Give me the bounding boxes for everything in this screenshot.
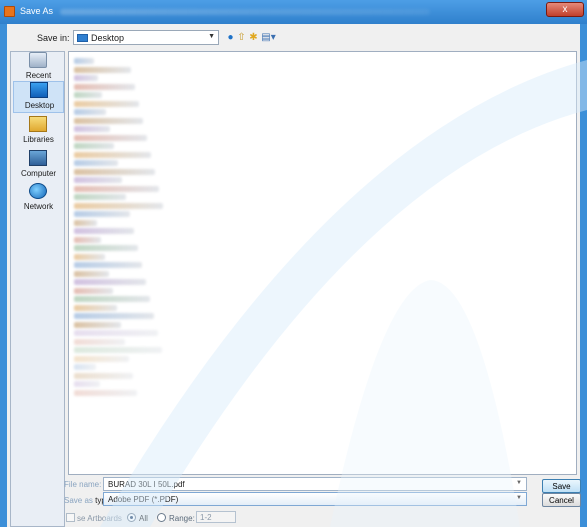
window-title: Save As (20, 6, 54, 16)
blurred-file-entry (74, 100, 139, 107)
use-artboards-label: se Artboards (77, 514, 122, 523)
blurred-file-entry (74, 279, 146, 285)
blurred-file-entry (74, 381, 100, 387)
blurred-file-entry (74, 228, 134, 234)
app-icon (4, 6, 15, 17)
place-computer[interactable]: Computer (13, 150, 64, 182)
blurred-file-entries (69, 52, 576, 474)
blurred-file-entry (74, 372, 133, 379)
place-label: Network (23, 202, 54, 211)
save-as-type-select[interactable]: Adobe PDF (*.PDF) ▼ (103, 492, 527, 506)
file-list[interactable] (68, 51, 577, 475)
blurred-file-entry (74, 126, 110, 132)
save-as-dialog: Save As x Save in: Desktop ▼ ● ⇧ ✱ ▤▾ Re… (0, 0, 587, 527)
place-libraries[interactable]: Libraries (13, 116, 64, 148)
blurred-file-entry (74, 168, 155, 175)
blurred-file-entry (74, 66, 131, 73)
title-bar[interactable]: Save As x (0, 0, 587, 24)
save-button[interactable]: Save (542, 479, 581, 493)
blurred-file-entry (74, 236, 101, 243)
chevron-down-icon[interactable]: ▼ (208, 33, 215, 40)
blurred-file-entry (74, 347, 162, 353)
computer-icon (29, 150, 47, 166)
blurred-file-entry (74, 211, 130, 217)
file-name-value: BURAD 30L I 50L.pdf (108, 480, 185, 489)
range-input[interactable]: 1-2 (196, 511, 236, 523)
place-label: Libraries (23, 135, 54, 144)
blurred-file-entry (74, 270, 109, 277)
blurred-file-entry (74, 296, 150, 302)
blurred-file-entry (74, 364, 96, 370)
up-folder-icon[interactable]: ⇧ (236, 32, 247, 43)
blurred-file-entry (74, 83, 135, 90)
blurred-file-entry (74, 355, 129, 362)
close-button[interactable]: x (546, 2, 584, 17)
all-radio[interactable] (127, 513, 136, 522)
view-menu-icon[interactable]: ▤▾ (260, 32, 277, 43)
new-folder-icon[interactable]: ✱ (248, 32, 259, 43)
blurred-file-entry (74, 389, 137, 396)
all-radio-label: All (139, 514, 148, 523)
place-desktop[interactable]: Desktop (13, 81, 64, 113)
blurred-file-entry (74, 321, 121, 328)
use-artboards-checkbox[interactable] (66, 513, 75, 522)
blurred-file-entry (74, 245, 138, 251)
chevron-down-icon[interactable]: ▼ (516, 480, 522, 486)
blurred-file-entry (74, 160, 118, 166)
blurred-file-entry (74, 134, 147, 141)
blurred-title-path (60, 9, 430, 15)
blurred-file-entry (74, 109, 106, 115)
place-label: Computer (20, 169, 57, 178)
blurred-file-entry (74, 75, 98, 81)
blurred-file-entry (74, 58, 94, 64)
blurred-file-entry (74, 313, 154, 319)
blurred-file-entry (74, 253, 105, 260)
blurred-file-entry (74, 177, 122, 183)
place-recent-places[interactable]: Recent Places (13, 52, 64, 89)
blurred-file-entry (74, 194, 126, 200)
back-icon[interactable]: ● (225, 32, 236, 43)
dialog-client-area: Save in: Desktop ▼ ● ⇧ ✱ ▤▾ Recent Place… (7, 24, 581, 527)
libraries-icon (29, 116, 47, 132)
blurred-file-entry (74, 117, 143, 124)
blurred-file-entry (74, 151, 151, 158)
recent-places-icon (29, 52, 47, 68)
blurred-file-entry (74, 202, 163, 209)
blurred-file-entry (74, 304, 117, 311)
network-icon (29, 183, 47, 199)
places-bar: Recent Places Desktop Libraries Computer… (10, 51, 65, 527)
place-network[interactable]: Network (13, 183, 64, 215)
save-as-type-value: Adobe PDF (*.PDF) (108, 495, 179, 504)
blurred-file-entry (74, 185, 159, 192)
save-in-dropdown[interactable]: Desktop ▼ (73, 30, 219, 45)
cancel-button[interactable]: Cancel (542, 493, 581, 507)
save-in-value: Desktop (91, 33, 125, 43)
range-radio[interactable] (157, 513, 166, 522)
blurred-file-entry (74, 143, 114, 149)
save-as-type-prefix: Save as (64, 496, 96, 505)
folder-icon (77, 34, 88, 42)
file-name-label: File name: (64, 480, 102, 489)
blurred-file-entry (74, 262, 142, 268)
blurred-file-entry (74, 219, 97, 226)
chevron-down-icon[interactable]: ▼ (516, 495, 522, 501)
blurred-file-entry (74, 330, 158, 336)
blurred-file-entry (74, 338, 125, 345)
desktop-icon (30, 82, 48, 98)
blurred-file-entry (74, 92, 102, 98)
place-label: Desktop (24, 101, 55, 110)
blurred-file-entry (74, 287, 113, 294)
range-radio-label: Range: (169, 514, 195, 523)
save-in-label: Save in: (37, 33, 70, 43)
file-name-input[interactable]: BURAD 30L I 50L.pdf ▼ (103, 477, 527, 491)
